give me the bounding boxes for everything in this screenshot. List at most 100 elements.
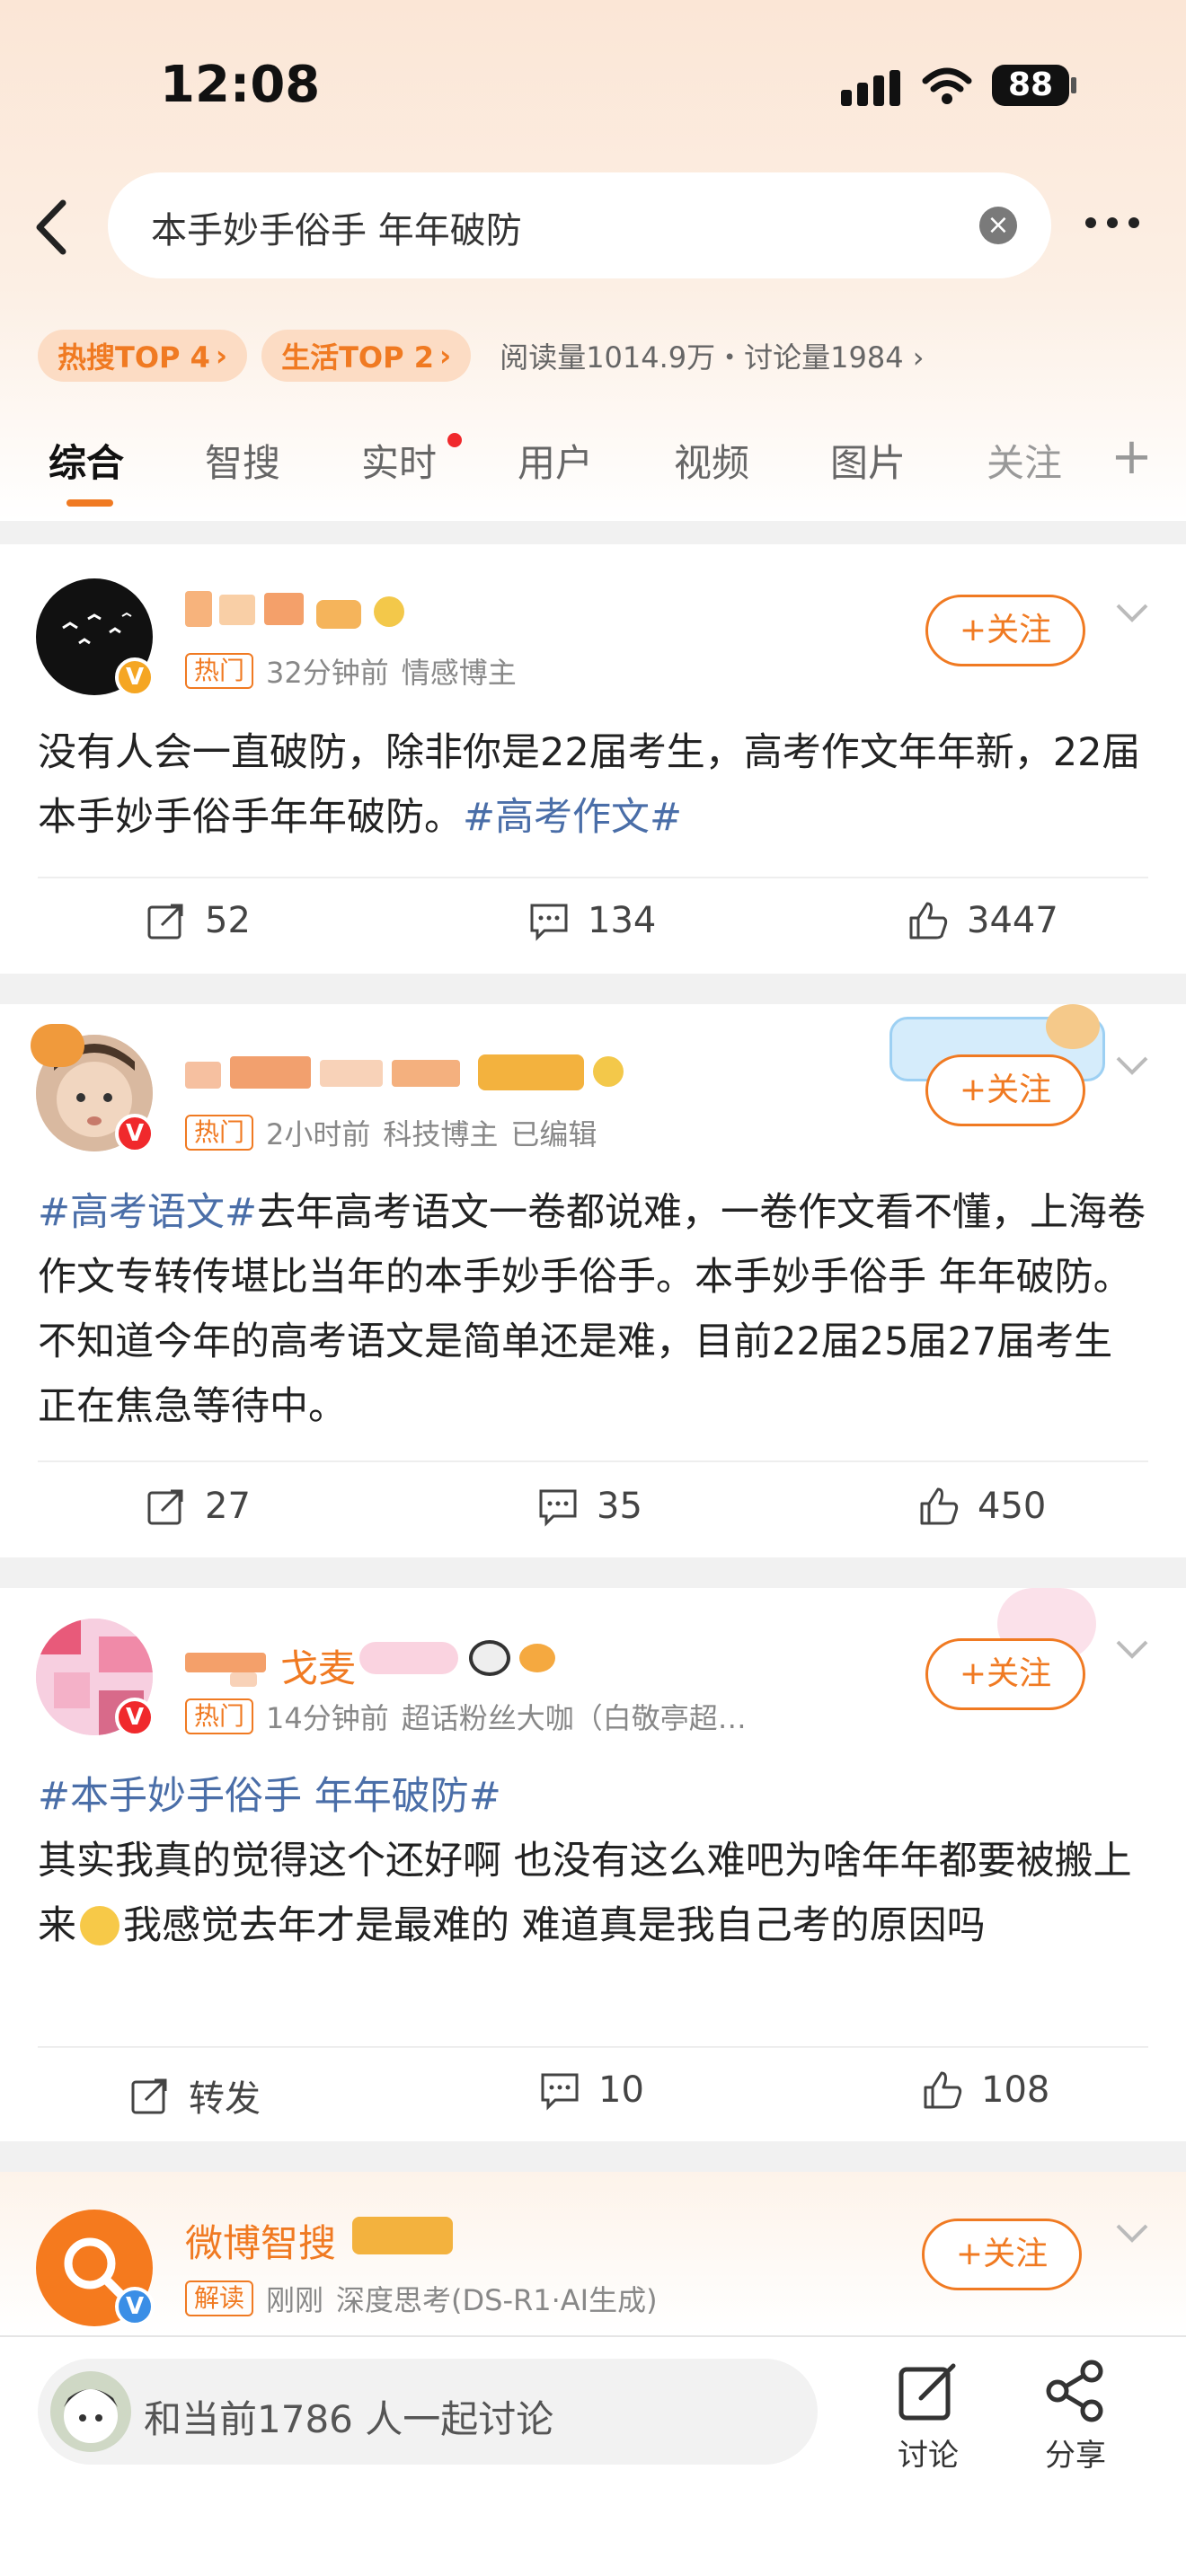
wifi-icon xyxy=(922,67,972,104)
username-suffix[interactable]: 戈麦 xyxy=(280,1638,356,1693)
panda-badge-icon xyxy=(469,1640,510,1676)
vip-level-badge-icon xyxy=(352,2217,453,2254)
repost-icon xyxy=(147,904,183,940)
hashtag-link[interactable]: #高考语文# xyxy=(38,1190,257,1235)
share-icon xyxy=(1046,2360,1103,2422)
author-role: 深度思考(DS-R1·AI生成) xyxy=(336,2283,658,2317)
tiger-decoration-icon xyxy=(31,1024,84,1067)
post-card-3[interactable]: V 戈麦 热门 14分钟前 超话粉丝大咖（白敬亭超… +关注 #本手妙手俗手 年… xyxy=(0,1588,1186,2141)
verified-badge-icon: V xyxy=(115,1114,155,1153)
follow-button[interactable]: +关注 xyxy=(925,1638,1085,1710)
thumbs-up-icon xyxy=(920,1487,959,1525)
post-time: 刚刚 xyxy=(266,2283,324,2317)
comment-button[interactable]: 10 xyxy=(539,2069,644,2111)
repost-button[interactable]: 27 xyxy=(146,1486,251,1527)
share-button[interactable]: 分享 xyxy=(1026,2357,1125,2475)
search-input[interactable]: 本手妙手俗手 年年破防 × xyxy=(108,172,1051,278)
more-options-icon[interactable] xyxy=(1085,217,1139,228)
crown-badge-icon xyxy=(316,600,361,629)
verified-badge-icon: V xyxy=(115,2287,155,2326)
repost-button[interactable]: 转发 xyxy=(129,2069,261,2122)
shiba-decoration-icon xyxy=(1046,1004,1100,1049)
follow-button[interactable]: +关注 xyxy=(922,2219,1082,2290)
chevron-down-icon[interactable] xyxy=(1114,1636,1150,1663)
read-discuss-stats[interactable]: 阅读量1014.9万・讨论量1984 › xyxy=(500,335,924,376)
verified-badge-icon: V xyxy=(115,1698,155,1737)
follow-button[interactable]: +关注 xyxy=(925,595,1085,666)
post-meta: 热门 32分钟前 情感博主 xyxy=(185,650,517,692)
like-button[interactable]: 108 xyxy=(922,2069,1049,2111)
hashtag-link[interactable]: #本手妙手俗手 年年破防# xyxy=(38,1764,1148,1829)
edit-icon xyxy=(898,2363,956,2421)
hashtag-link[interactable]: #高考作文# xyxy=(463,795,682,840)
hot-tag: 热门 xyxy=(185,1115,254,1151)
realtime-new-dot xyxy=(447,433,462,447)
post-card-2[interactable]: V 热门 2小时前 科技博主 已编辑 +关注 #高考语文#去年高考语文一卷都说难… xyxy=(0,1004,1186,1557)
fan-badge-icon xyxy=(359,1642,458,1674)
interpret-tag: 解读 xyxy=(185,2280,254,2316)
repost-button[interactable]: 52 xyxy=(146,900,251,941)
repost-icon xyxy=(131,2078,167,2114)
user-avatar xyxy=(50,2371,131,2452)
sunflower-badge-icon xyxy=(593,1056,624,1087)
discussion-input[interactable]: 和当前1786 人一起讨论 xyxy=(38,2359,818,2465)
tab-video[interactable]: 视频 xyxy=(674,433,749,488)
comment-icon xyxy=(530,904,568,941)
post-meta: 解读 刚刚 深度思考(DS-R1·AI生成) xyxy=(185,2278,658,2319)
post-text: #本手妙手俗手 年年破防# 其实我真的觉得这个还好啊 也没有这么难吧为啥年年都要… xyxy=(38,1764,1148,1958)
hot-tag: 热门 xyxy=(185,1698,254,1734)
chevron-down-icon[interactable] xyxy=(1114,2220,1150,2247)
active-tab-indicator xyxy=(66,499,113,507)
divider xyxy=(38,1460,1148,1462)
tab-comprehensive[interactable]: 综合 xyxy=(49,433,124,488)
tab-realtime[interactable]: 实时 xyxy=(361,433,437,488)
crying-face-emoji-icon xyxy=(80,1906,119,1945)
blurred-username xyxy=(185,591,212,627)
repost-icon xyxy=(147,1489,183,1525)
comment-icon xyxy=(541,2073,579,2111)
search-query-text: 本手妙手俗手 年年破防 xyxy=(151,210,522,251)
author-role: 超话粉丝大咖（白敬亭超… xyxy=(401,1701,747,1735)
thumbs-up-icon xyxy=(909,902,948,940)
bottom-bar: 和当前1786 人一起讨论 讨论 分享 xyxy=(0,2335,1186,2576)
blurred-username xyxy=(185,1653,266,1672)
comment-icon xyxy=(539,1489,577,1527)
clear-search-icon[interactable]: × xyxy=(979,207,1017,244)
divider xyxy=(38,877,1148,878)
post-time: 2小时前 xyxy=(266,1117,371,1151)
post-meta: 热门 2小时前 科技博主 已编辑 xyxy=(185,1112,597,1153)
tab-images[interactable]: 图片 xyxy=(830,433,906,488)
back-arrow-icon[interactable] xyxy=(27,196,81,259)
post-time: 14分钟前 xyxy=(266,1701,389,1735)
chevron-down-icon[interactable] xyxy=(1114,1053,1150,1080)
fish-badge-icon xyxy=(519,1644,555,1672)
hot-search-chip[interactable]: 热搜TOP 4 › xyxy=(38,330,248,382)
life-rank-chip[interactable]: 生活TOP 2 › xyxy=(261,330,472,382)
status-time: 12:08 xyxy=(160,56,321,114)
comment-button[interactable]: 134 xyxy=(528,900,656,941)
discussion-placeholder: 和当前1786 人一起讨论 xyxy=(144,2397,554,2441)
tab-users[interactable]: 用户 xyxy=(518,433,593,488)
sunflower-badge-icon xyxy=(374,596,404,627)
edited-label: 已编辑 xyxy=(510,1117,597,1151)
chevron-down-icon[interactable] xyxy=(1114,600,1150,627)
tab-smart-search[interactable]: 智搜 xyxy=(205,433,280,488)
status-bar: 12:08 88 xyxy=(0,0,1186,171)
battery-icon: 88 xyxy=(992,65,1069,106)
tab-following[interactable]: 关注 xyxy=(987,433,1062,488)
vip-level-badge-icon xyxy=(478,1054,584,1090)
like-button[interactable]: 450 xyxy=(918,1486,1046,1527)
follow-button[interactable]: +关注 xyxy=(925,1054,1085,1126)
post-card-1[interactable]: V 热门 32分钟前 情感博主 +关注 没有人会一直破防，除非你是22届考生，高… xyxy=(0,544,1186,974)
add-tab-icon[interactable]: + xyxy=(1111,428,1153,486)
post-time: 32分钟前 xyxy=(266,656,389,690)
discuss-button[interactable]: 讨论 xyxy=(879,2357,978,2475)
username[interactable]: 微博智搜 xyxy=(185,2213,336,2268)
divider xyxy=(38,2046,1148,2048)
like-button[interactable]: 3447 xyxy=(907,900,1058,941)
blurred-username xyxy=(185,1062,221,1089)
post-card-ai[interactable]: V 微博智搜 解读 刚刚 深度思考(DS-R1·AI生成) +关注 xyxy=(0,2172,1186,2335)
comment-button[interactable]: 35 xyxy=(537,1486,642,1527)
result-tabs: 综合 智搜 实时 用户 视频 图片 关注 xyxy=(0,422,1186,521)
kuromi-avatar-image xyxy=(64,2389,118,2443)
